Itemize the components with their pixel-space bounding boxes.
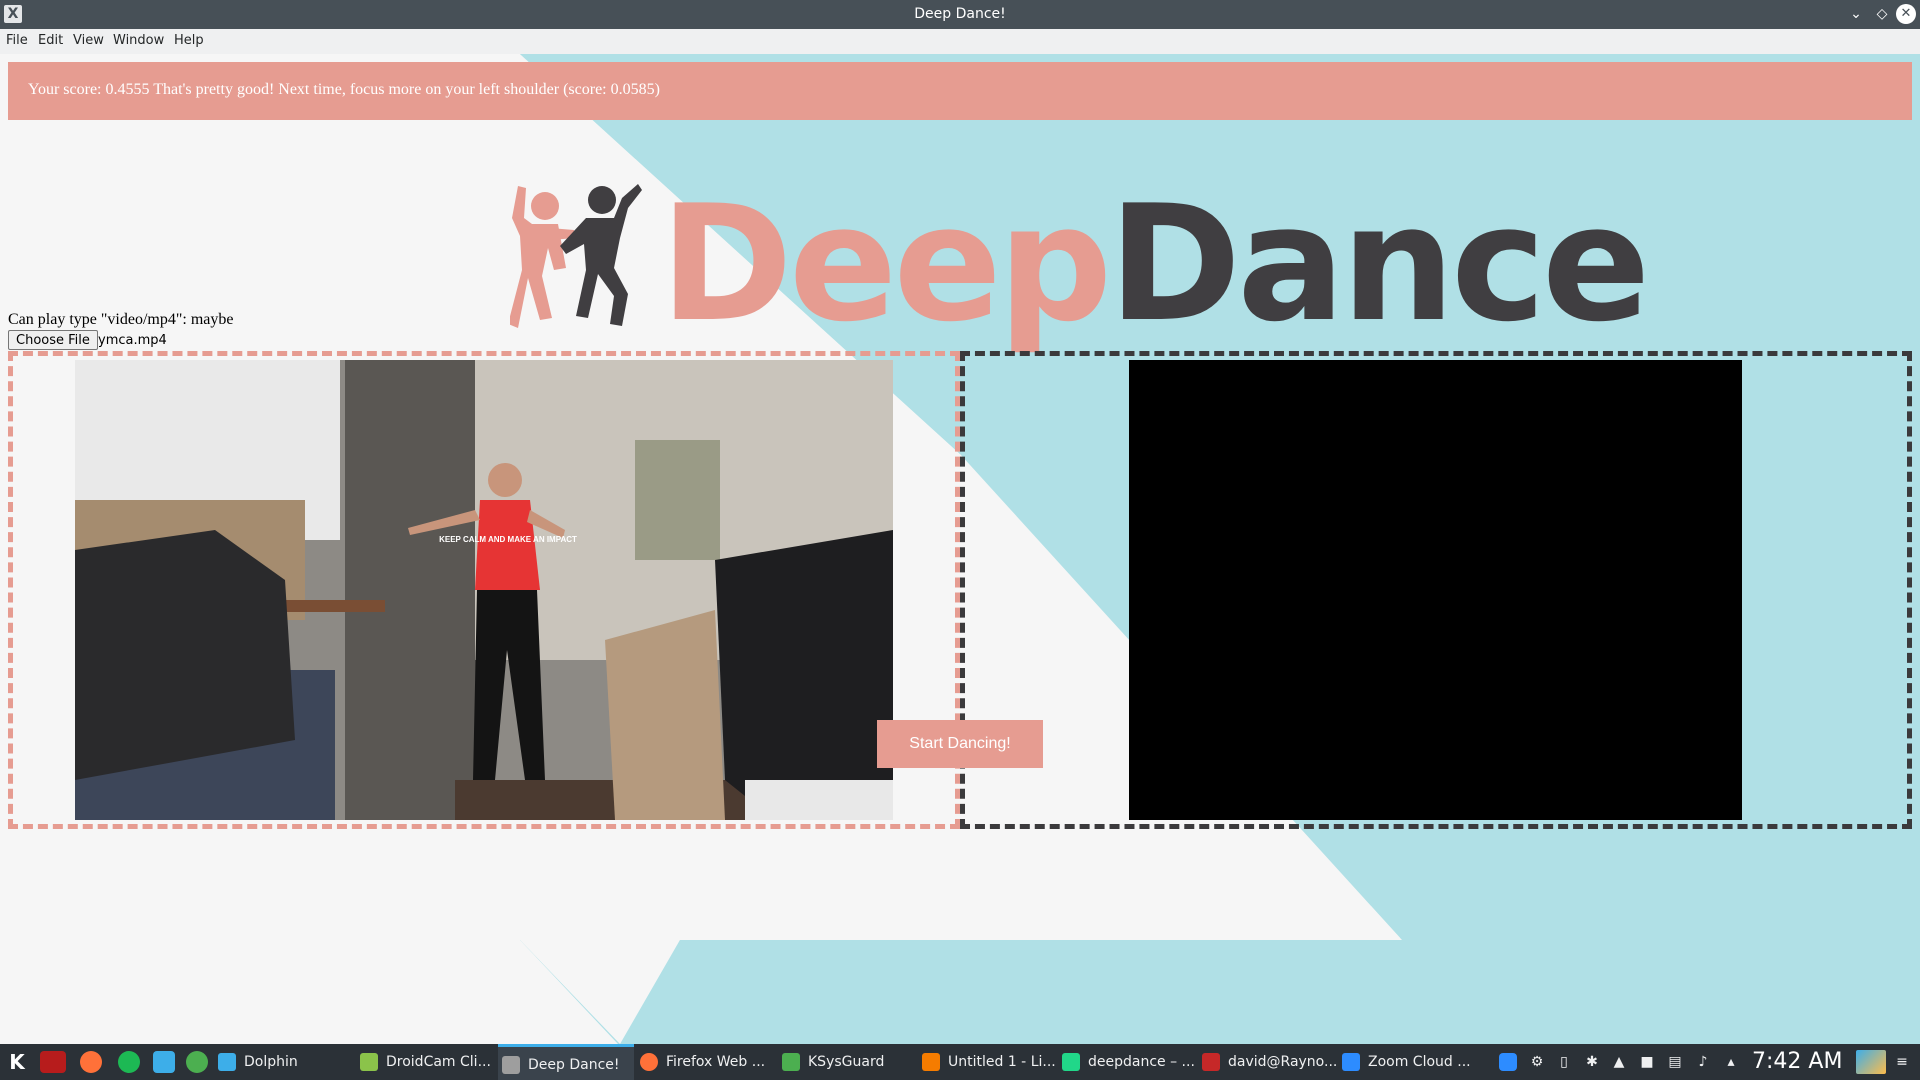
logo-deep: Deep	[660, 170, 1112, 357]
can-play-text: Can play type "video/mp4": maybe	[8, 311, 234, 328]
menu-edit[interactable]: Edit	[38, 33, 63, 48]
clock[interactable]: 7:42 AM	[1752, 1049, 1842, 1074]
task-deep-dance[interactable]: Deep Dance!	[498, 1044, 634, 1080]
menu-help[interactable]: Help	[174, 33, 204, 48]
selected-file-name: ymca.mp4	[98, 333, 167, 348]
reference-video[interactable]: KEEP CALM AND MAKE AN IMPACT	[75, 360, 893, 820]
menu-window[interactable]: Window	[113, 33, 164, 48]
maximize-icon[interactable]: ◇	[1872, 4, 1892, 24]
zoom-icon	[1342, 1053, 1360, 1071]
volume-icon[interactable]: ♪	[1694, 1053, 1712, 1071]
menu-bar: File Edit View Window Help	[0, 29, 1920, 54]
task-label: david@Rayno...	[1228, 1054, 1338, 1070]
clipboard-icon[interactable]: ▤	[1666, 1053, 1684, 1071]
task-label: Untitled 1 - Li...	[948, 1054, 1056, 1070]
ksysguard-icon	[782, 1053, 800, 1071]
dancer-video-frame: KEEP CALM AND MAKE AN IMPACT	[75, 360, 893, 820]
wifi-icon[interactable]: ▲	[1610, 1053, 1628, 1071]
sync-icon[interactable]: ⚙	[1528, 1053, 1546, 1071]
shirt-text: KEEP CALM AND MAKE AN IMPACT	[439, 535, 577, 544]
task-ksysguard[interactable]: KSysGuard	[782, 1044, 918, 1080]
usb-icon[interactable]: ▯	[1555, 1053, 1573, 1071]
task-label: DroidCam Cli...	[386, 1054, 491, 1070]
task-label: KSysGuard	[808, 1054, 885, 1070]
task-pycharm[interactable]: deepdance – ...	[1062, 1044, 1198, 1080]
desktop-preview-icon[interactable]	[1856, 1050, 1886, 1074]
taskbar: K Dolphin DroidCam Cli... Deep Dance! Fi…	[0, 1044, 1920, 1080]
bluetooth-icon[interactable]: ✱	[1583, 1053, 1601, 1071]
logo-dance: Dance	[1108, 170, 1650, 357]
task-label: Zoom Cloud ...	[1368, 1054, 1471, 1070]
terminal-icon	[1202, 1053, 1220, 1071]
close-icon[interactable]: ✕	[1896, 4, 1916, 24]
task-dolphin[interactable]: Dolphin	[218, 1044, 356, 1080]
task-label: Dolphin	[244, 1054, 298, 1070]
dancers-icon	[510, 184, 642, 328]
web-page: Your score: 0.4555 That's pretty good! N…	[0, 54, 1920, 1044]
task-libreoffice[interactable]: Untitled 1 - Li...	[922, 1044, 1060, 1080]
kde-menu-icon[interactable]: K	[6, 1051, 28, 1073]
task-firefox[interactable]: Firefox Web ...	[640, 1044, 778, 1080]
webcam-video[interactable]	[1129, 360, 1742, 820]
firefox-icon[interactable]	[80, 1051, 102, 1073]
task-label: deepdance – ...	[1088, 1054, 1195, 1070]
logo-wordmark: DeepDance	[660, 184, 1650, 344]
expand-tray-icon[interactable]: ▴	[1722, 1053, 1740, 1071]
menu-file[interactable]: File	[6, 33, 28, 48]
start-dancing-button[interactable]: Start Dancing!	[877, 720, 1043, 768]
window-title: Deep Dance!	[914, 6, 1006, 22]
pycharm-icon	[1062, 1053, 1080, 1071]
task-droidcam[interactable]: DroidCam Cli...	[360, 1044, 496, 1080]
document-icon	[922, 1053, 940, 1071]
zoom-tray-icon[interactable]	[1499, 1053, 1517, 1071]
droidcam-icon	[360, 1053, 378, 1071]
lock-icon[interactable]: ■	[1638, 1053, 1656, 1071]
score-banner: Your score: 0.4555 That's pretty good! N…	[8, 62, 1912, 120]
window-titlebar: X Deep Dance! ⌄ ◇ ✕	[0, 0, 1920, 29]
kanban-icon[interactable]	[153, 1051, 175, 1073]
dolphin-icon	[218, 1053, 236, 1071]
task-zoom[interactable]: Zoom Cloud ...	[1342, 1044, 1478, 1080]
firefox-icon	[640, 1053, 658, 1071]
minimize-icon[interactable]: ⌄	[1846, 4, 1866, 24]
terminal-icon[interactable]	[40, 1051, 66, 1073]
spotify-icon[interactable]	[118, 1051, 140, 1073]
task-label: Firefox Web ...	[666, 1054, 766, 1070]
hamburger-menu-icon[interactable]: ≡	[1893, 1053, 1911, 1071]
x-app-icon	[502, 1056, 520, 1074]
task-terminal[interactable]: david@Rayno...	[1202, 1044, 1338, 1080]
choose-file-button[interactable]: Choose File	[8, 330, 98, 350]
gitkraken-icon[interactable]	[186, 1051, 208, 1073]
menu-view[interactable]: View	[73, 33, 104, 48]
task-label: Deep Dance!	[528, 1057, 620, 1073]
